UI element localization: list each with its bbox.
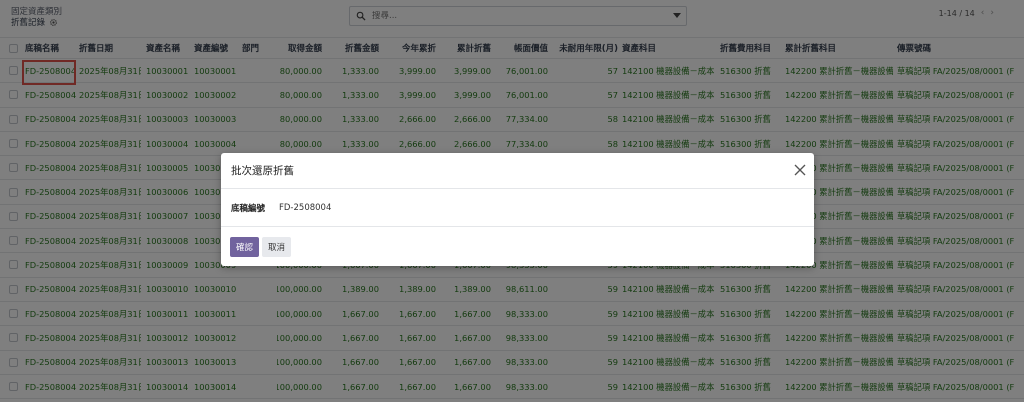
cancel-button[interactable]: 取消 [262,236,292,257]
close-icon[interactable] [794,164,806,176]
confirm-button[interactable]: 確認 [230,236,260,257]
dialog-header: 批次還原折舊 [221,153,814,189]
dialog-footer: 確認 取消 [221,227,814,266]
restore-depreciation-dialog: 批次還原折舊 底稿編號 FD-2508004 確認 取消 [221,153,814,266]
draft-number-label: 底稿編號 [231,203,266,214]
dialog-title: 批次還原折舊 [231,165,294,177]
dialog-body: 底稿編號 FD-2508004 [221,189,814,227]
draft-number-value: FD-2508004 [279,202,332,213]
